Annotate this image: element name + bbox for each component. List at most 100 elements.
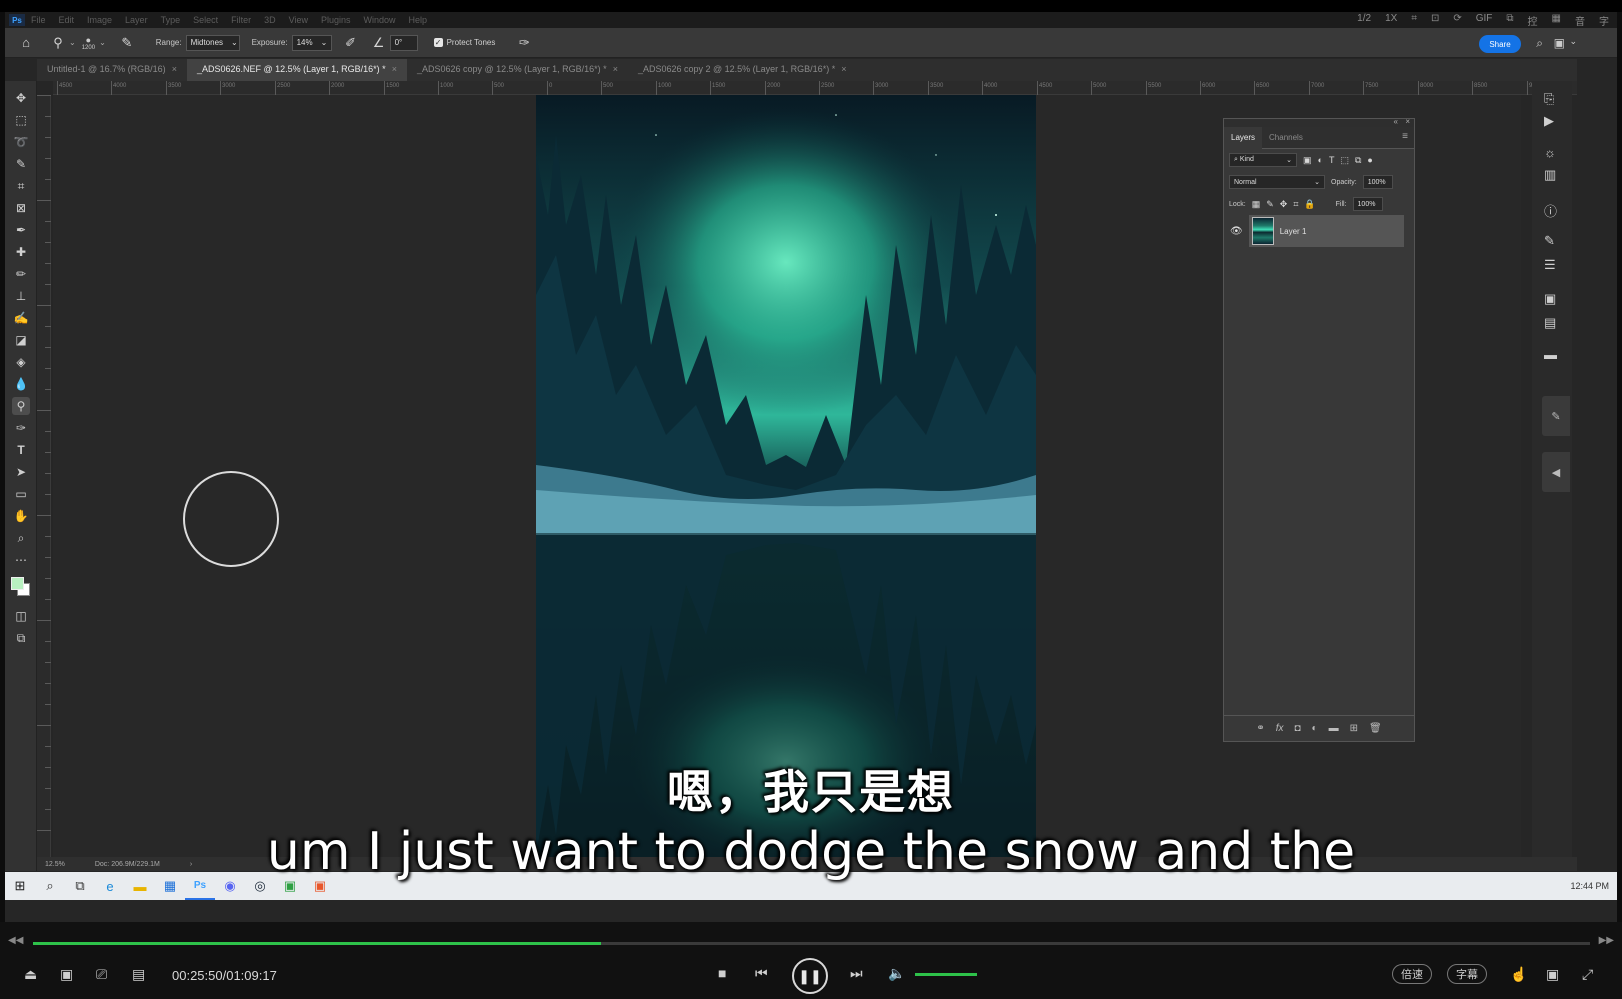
panel-menu-icon[interactable]: ≡ (1402, 131, 1408, 142)
workspace-icon[interactable]: ▣ (1554, 36, 1565, 50)
eject-icon[interactable]: ⏏ (24, 966, 37, 983)
close-icon[interactable]: × (841, 64, 846, 74)
layer-row[interactable]: 👁 Layer 1 (1224, 215, 1404, 247)
menu-select[interactable]: Select (193, 15, 218, 25)
audio-button[interactable]: 音 (1575, 13, 1585, 28)
tab-ads0626-copy-2[interactable]: _ADS0626 copy 2 @ 12.5% (Layer 1, RGB/16… (628, 59, 857, 81)
grid-icon[interactable]: ▦ (1552, 13, 1561, 28)
cast-icon[interactable]: ⎚ (96, 966, 107, 983)
libraries-icon[interactable]: ▥ (1544, 167, 1556, 183)
more-tools-icon[interactable]: ⋯ (12, 551, 30, 569)
add-mask-icon[interactable]: ◘ (1294, 723, 1300, 734)
exposure-input[interactable]: 14% ⌄ (291, 34, 332, 51)
blend-mode-select[interactable]: Normal ⌄ (1229, 175, 1325, 189)
brush-size-picker[interactable]: ● 1200 (82, 35, 95, 51)
menu-view[interactable]: View (289, 15, 308, 25)
move-tool-icon[interactable]: ✥ (12, 89, 30, 107)
adjustment-layer-icon[interactable]: ◐ (1312, 723, 1318, 734)
previous-icon[interactable]: ⏮ (755, 965, 768, 982)
gif-button[interactable]: GIF (1476, 13, 1493, 28)
notes-icon[interactable]: ▤ (1544, 315, 1556, 331)
stop-icon[interactable]: ■ (718, 965, 726, 981)
range-select[interactable]: Midtones ⌄ (185, 34, 240, 51)
history-icon[interactable]: ⎘ (1544, 91, 1554, 107)
history-brush-tool-icon[interactable]: ✍ (12, 309, 30, 327)
menu-plugins[interactable]: Plugins (321, 15, 351, 25)
adjustments-icon[interactable]: ☼ (1544, 145, 1556, 160)
path-selection-tool-icon[interactable]: ➤ (12, 463, 30, 481)
lock-pixels-icon[interactable]: ✎ (1266, 199, 1274, 210)
rewind-icon[interactable]: ◀◀ (8, 935, 23, 946)
zoom-tool-icon[interactable]: ⌕ (12, 529, 30, 547)
tab-channels[interactable]: Channels (1262, 127, 1310, 149)
hand-tool-icon[interactable]: ✋ (12, 507, 30, 525)
share-button[interactable]: Share (1479, 35, 1521, 53)
properties-icon[interactable]: ☰ (1544, 257, 1556, 273)
link-layers-icon[interactable]: ⚭ (1256, 723, 1264, 734)
fill-input[interactable]: 100% (1352, 197, 1383, 211)
pip-icon[interactable]: ⧉ (1506, 13, 1513, 28)
marquee-tool-icon[interactable]: ⬚ (12, 111, 30, 129)
paint-bucket-tool-icon[interactable]: ◈ (12, 353, 30, 371)
eye-icon[interactable]: 👁 (1230, 226, 1243, 237)
menu-3d[interactable]: 3D (264, 15, 276, 25)
taskbar-clock[interactable]: 12:44 PM (1570, 881, 1609, 891)
folder-icon[interactable]: ▬ (1329, 723, 1339, 734)
vertical-ruler[interactable] (37, 95, 51, 857)
actions-icon[interactable]: ▶ (1544, 113, 1554, 129)
toolbox-icon[interactable]: ▣ (1546, 966, 1559, 983)
adjustment-filter-icon[interactable]: ◐ (1318, 155, 1323, 165)
info-icon[interactable]: ⓘ (1544, 201, 1557, 220)
subtitle-button[interactable]: 字幕 (1447, 964, 1487, 984)
opacity-input[interactable]: 100% (1362, 175, 1393, 189)
menu-layer[interactable]: Layer (125, 15, 148, 25)
menu-window[interactable]: Window (364, 15, 396, 25)
new-layer-icon[interactable]: ⊞ (1350, 723, 1358, 734)
lock-artboard-icon[interactable]: ⌗ (1293, 199, 1298, 210)
fast-forward-icon[interactable]: ▶▶ (1599, 935, 1614, 946)
blur-tool-icon[interactable]: 💧 (12, 375, 30, 393)
close-icon[interactable]: × (1405, 117, 1410, 126)
screen-mode-icon[interactable]: ⧉ (12, 629, 30, 647)
normal-speed-button[interactable]: 1X (1385, 13, 1397, 28)
menu-edit[interactable]: Edit (59, 15, 75, 25)
dodge-tool-preset-icon[interactable]: ⚲ (47, 32, 69, 54)
menu-file[interactable]: File (31, 15, 46, 25)
collapse-icon[interactable]: « (1394, 117, 1398, 126)
volume-slider[interactable] (915, 973, 977, 976)
pixel-filter-icon[interactable]: ▣ (1303, 155, 1312, 166)
next-icon[interactable]: ⏭ (850, 965, 863, 982)
menu-image[interactable]: Image (87, 15, 112, 25)
tab-untitled-1[interactable]: Untitled-1 @ 16.7% (RGB/16) × (37, 59, 187, 81)
airbrush-icon[interactable]: ✐ (340, 32, 362, 54)
collapse-left-icon[interactable]: ◀ (1542, 452, 1570, 492)
pen-tool-icon[interactable]: ✑ (12, 419, 30, 437)
type-tool-icon[interactable]: T (12, 441, 30, 459)
speed-button[interactable]: 倍速 (1392, 964, 1432, 984)
lasso-tool-icon[interactable]: ➰ (12, 133, 30, 151)
healing-brush-tool-icon[interactable]: ✚ (12, 243, 30, 261)
kind-filter-select[interactable]: ⌕ Kind ⌄ (1229, 153, 1297, 167)
brush-settings-icon[interactable]: ✎ (116, 32, 138, 54)
eraser-tool-icon[interactable]: ◪ (12, 331, 30, 349)
tab-ads0626-copy[interactable]: _ADS0626 copy @ 12.5% (Layer 1, RGB/16*)… (407, 59, 628, 81)
progress-bar[interactable] (33, 942, 1590, 945)
tab-ads0626-nef[interactable]: _ADS0626.NEF @ 12.5% (Layer 1, RGB/16*) … (186, 59, 407, 81)
lock-all-icon[interactable]: 🔒 (1304, 199, 1315, 210)
horizontal-ruler[interactable]: 4500 4000 3500 3000 2500 2000 1500 1000 500 0 500 1… (53, 81, 1577, 95)
volume-icon[interactable]: 🔈 (888, 965, 905, 982)
lock-transparency-icon[interactable]: ▦ (1252, 199, 1261, 210)
quick-mask-icon[interactable]: ◫ (12, 607, 30, 625)
fx-icon[interactable]: fx (1276, 723, 1284, 734)
fit-icon[interactable]: ⊡ (1431, 13, 1439, 28)
close-icon[interactable]: × (172, 64, 177, 74)
danmaku-icon[interactable]: ▤ (132, 966, 145, 983)
pressure-icon[interactable]: ✑ (513, 32, 535, 54)
lock-position-icon[interactable]: ✥ (1280, 199, 1288, 210)
close-icon[interactable]: × (392, 64, 397, 74)
smart-object-filter-icon[interactable]: ⧉ (1355, 155, 1361, 166)
frame-tool-icon[interactable]: ⊠ (12, 199, 30, 217)
layer-row-body[interactable]: Layer 1 (1248, 215, 1404, 247)
side-note-icon[interactable]: ✎ (1542, 396, 1570, 436)
stamp-tool-icon[interactable]: ⊥ (12, 287, 30, 305)
